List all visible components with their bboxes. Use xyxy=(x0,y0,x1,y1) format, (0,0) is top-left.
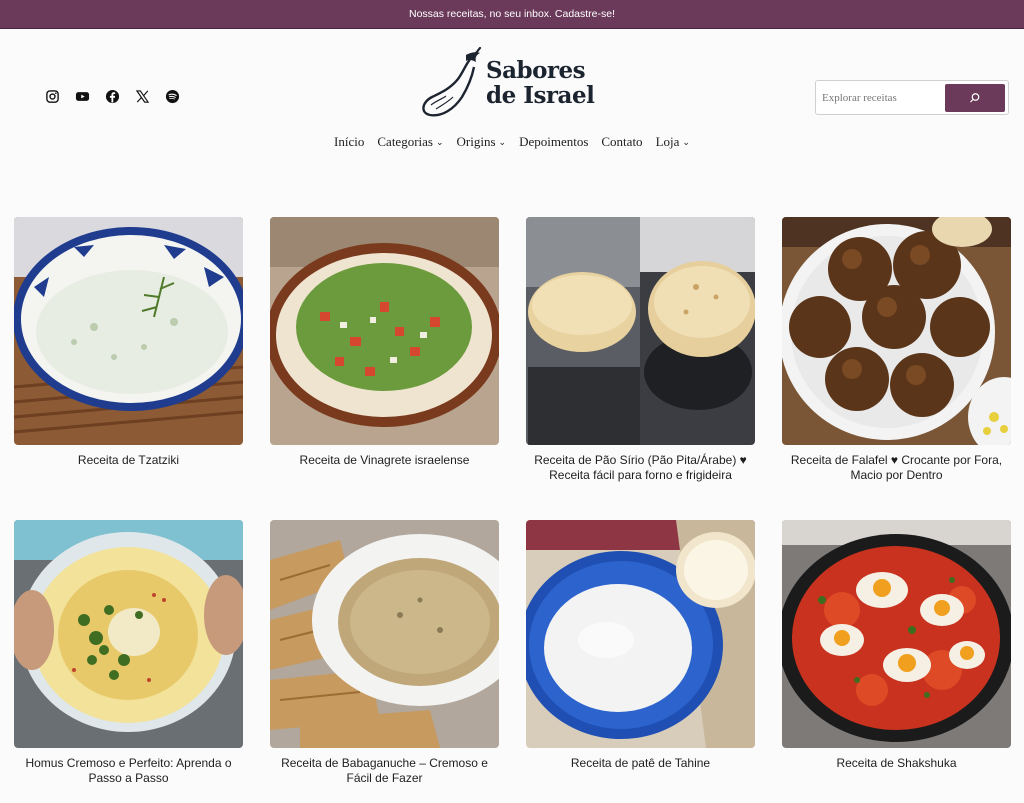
eggplant-icon xyxy=(422,47,482,117)
logo-line-1: Sabores xyxy=(486,57,586,84)
recipe-title[interactable]: Receita de Vinagrete israelense xyxy=(270,453,499,468)
nav-item-loja[interactable]: Loja ⌄ xyxy=(656,134,690,150)
search-form xyxy=(815,80,1009,115)
chevron-down-icon: ⌄ xyxy=(498,136,507,147)
x-icon[interactable] xyxy=(134,88,150,104)
facebook-icon[interactable] xyxy=(104,88,120,104)
instagram-icon[interactable] xyxy=(44,88,60,104)
search-input[interactable] xyxy=(816,82,944,113)
recipe-card-homus[interactable]: Homus Cremoso e Perfeito: Aprenda o Pass… xyxy=(14,520,243,786)
recipe-title[interactable]: Receita de Shakshuka xyxy=(782,756,1011,771)
nav-item-label: Início xyxy=(334,134,365,149)
recipe-title[interactable]: Receita de Tzatziki xyxy=(14,453,243,468)
chevron-down-icon: ⌄ xyxy=(435,136,444,147)
recipe-card-pao-sirio[interactable]: Receita de Pão Sírio (Pão Pita/Árabe) ♥ … xyxy=(526,217,755,483)
logo-line-2: de Israel xyxy=(486,82,595,109)
recipe-card-vinagrete[interactable]: Receita de Vinagrete israelense xyxy=(270,217,499,468)
recipe-title[interactable]: Receita de Falafel ♥ Crocante por Fora, … xyxy=(782,453,1011,483)
recipe-title[interactable]: Receita de Babaganuche – Cremoso e Fácil… xyxy=(270,756,499,786)
recipe-card-babaganuche[interactable]: Receita de Babaganuche – Cremoso e Fácil… xyxy=(270,520,499,786)
spotify-icon[interactable] xyxy=(164,88,180,104)
recipe-image-shakshuka[interactable] xyxy=(782,520,1011,748)
recipe-card-shakshuka[interactable]: Receita de Shakshuka xyxy=(782,520,1011,771)
nav-item-label: Contato xyxy=(601,134,643,149)
nav-item-inicio[interactable]: Início xyxy=(334,134,364,150)
nav-item-label: Loja xyxy=(655,134,680,149)
search-button[interactable] xyxy=(945,83,1005,112)
recipe-image-pao-sirio[interactable] xyxy=(526,217,755,445)
social-links xyxy=(44,88,180,104)
nav-item-contato[interactable]: Contato xyxy=(601,134,642,150)
recipe-card-tahine[interactable]: Receita de patê de Tahine xyxy=(526,520,755,771)
site-logo[interactable]: Sabores de Israel xyxy=(418,46,608,120)
recipe-card-falafel[interactable]: Receita de Falafel ♥ Crocante por Fora, … xyxy=(782,217,1011,483)
recipe-title[interactable]: Homus Cremoso e Perfeito: Aprenda o Pass… xyxy=(14,756,243,786)
announcement-bar: Nossas receitas, no seu inbox. Cadastre-… xyxy=(0,0,1024,29)
chevron-down-icon: ⌄ xyxy=(682,136,690,147)
recipe-image-tzatziki[interactable] xyxy=(14,217,243,445)
recipe-title[interactable]: Receita de patê de Tahine xyxy=(526,756,755,771)
nav-item-label: Depoimentos xyxy=(519,134,589,149)
recipe-image-falafel[interactable] xyxy=(782,217,1011,445)
nav-item-depoimentos[interactable]: Depoimentos xyxy=(519,134,588,150)
youtube-icon[interactable] xyxy=(74,88,90,104)
nav-item-origins[interactable]: Origins ⌄ xyxy=(457,134,507,150)
recipe-title[interactable]: Receita de Pão Sírio (Pão Pita/Árabe) ♥ … xyxy=(526,453,755,483)
nav-item-label: Categorias xyxy=(377,134,433,149)
recipe-image-babaganuche[interactable] xyxy=(270,520,499,748)
main-nav: Início Categorias ⌄ Origins ⌄ Depoimento… xyxy=(0,134,1024,150)
nav-item-label: Origins xyxy=(456,134,496,149)
recipe-image-homus[interactable] xyxy=(14,520,243,748)
search-icon xyxy=(970,92,980,102)
newsletter-signup-link[interactable]: Nossas receitas, no seu inbox. Cadastre-… xyxy=(409,8,615,20)
recipe-image-tahine[interactable] xyxy=(526,520,755,748)
recipe-image-vinagrete[interactable] xyxy=(270,217,499,445)
nav-item-categorias[interactable]: Categorias ⌄ xyxy=(377,134,443,150)
recipe-card-tzatziki[interactable]: Receita de Tzatziki xyxy=(14,217,243,468)
